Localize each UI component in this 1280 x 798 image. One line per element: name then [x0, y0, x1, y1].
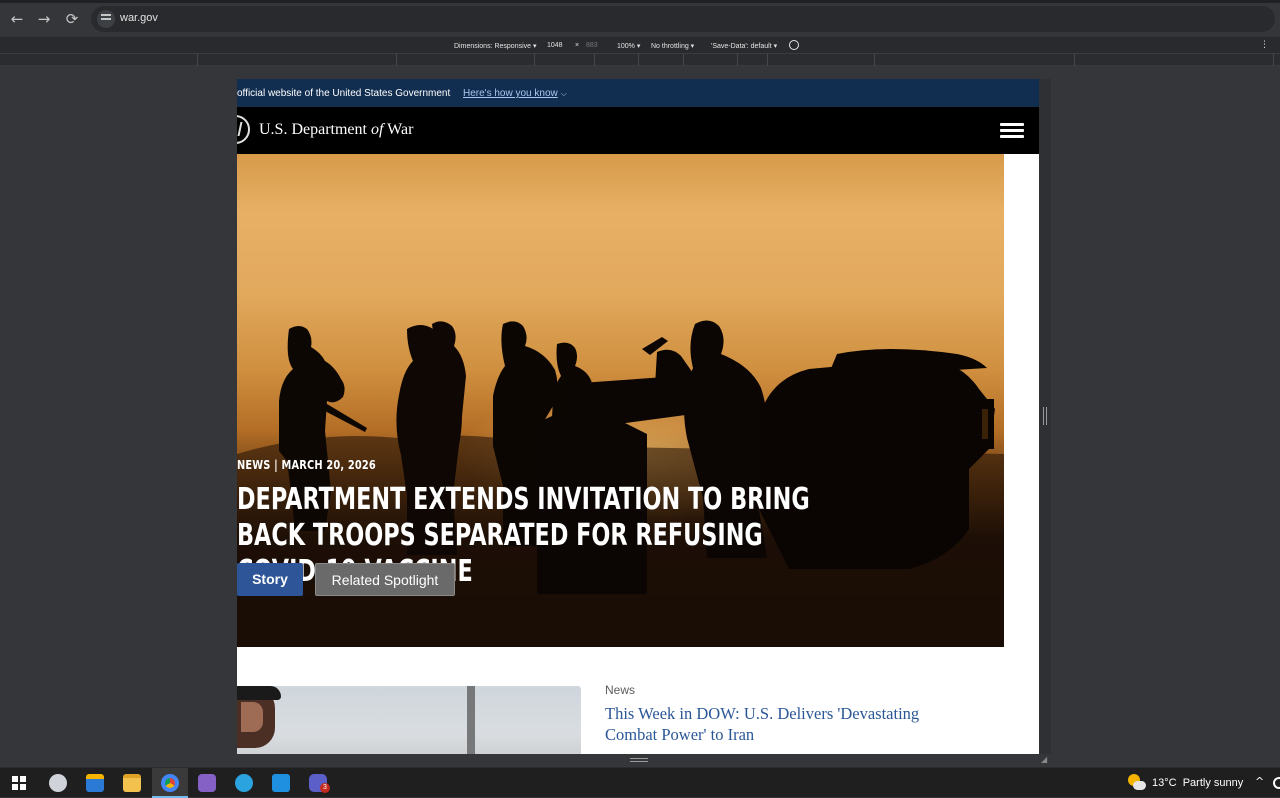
file-explorer-icon[interactable] [123, 774, 141, 792]
department-seal-icon[interactable] [237, 115, 250, 144]
page-viewport: official website of the United States Go… [237, 79, 1039, 754]
save-data-dropdown[interactable]: 'Save-Data': default ▾ [711, 42, 777, 50]
partly-sunny-icon[interactable] [1128, 774, 1146, 792]
visual-studio-icon[interactable] [198, 774, 216, 792]
windows-taskbar: 13°C Partly sunny ^ [0, 767, 1280, 798]
widgets-icon[interactable] [49, 774, 67, 792]
title-part: U.S. Department [259, 121, 371, 138]
vscode-icon[interactable] [272, 774, 290, 792]
resize-handle-bottom[interactable] [630, 758, 648, 762]
tray-status-icon[interactable] [1273, 777, 1280, 789]
sailor-face [241, 702, 263, 732]
news-card-image[interactable] [237, 686, 581, 754]
windows-start-icon[interactable] [12, 776, 26, 790]
height-input[interactable]: 883 [586, 42, 598, 49]
weather-widget[interactable]: 13°C Partly sunny [1152, 777, 1243, 789]
weather-description: Partly sunny [1182, 777, 1244, 789]
site-title[interactable]: U.S. Department of War [259, 121, 413, 139]
forward-icon[interactable]: → [35, 10, 53, 28]
site-header: U.S. Department of War [237, 107, 1039, 154]
sailor-helmet [237, 686, 281, 700]
url-text: war.gov [120, 12, 158, 24]
dimension-separator: × [575, 42, 580, 49]
telegram-icon[interactable] [235, 774, 253, 792]
teams-notification-badge: 3 [320, 783, 330, 793]
more-options-icon[interactable]: ⋮ [1260, 39, 1269, 50]
news-card-category: News [605, 683, 636, 697]
resize-handle-right[interactable] [1043, 407, 1047, 425]
dimensions-dropdown[interactable]: Dimensions: Responsive ▾ [454, 42, 537, 50]
menu-icon[interactable] [1000, 123, 1024, 139]
how-you-know-label: Here's how you know [463, 88, 558, 99]
news-card-title[interactable]: This Week in DOW: U.S. Delivers 'Devasta… [605, 703, 945, 745]
browser-toolbar: ← → ⟳ war.gov [0, 0, 1280, 37]
zoom-dropdown[interactable]: 100% ▾ [617, 42, 640, 50]
device-toolbar: Dimensions: Responsive ▾ 1048 × 883 100%… [0, 37, 1280, 54]
title-part-italic: of [370, 121, 384, 138]
store-icon[interactable] [86, 774, 104, 792]
tab-strip [0, 0, 1280, 3]
back-icon[interactable]: ← [8, 10, 26, 28]
reload-icon[interactable]: ⟳ [63, 10, 81, 28]
chrome-icon[interactable] [161, 774, 179, 792]
official-site-text: official website of the United States Go… [237, 88, 451, 99]
related-spotlight-button[interactable]: Related Spotlight [315, 563, 455, 596]
width-input[interactable]: 1048 [547, 42, 563, 49]
weather-temperature: 13°C [1152, 777, 1177, 789]
address-bar[interactable]: war.gov [91, 6, 1275, 32]
title-part: War [383, 121, 414, 138]
throttling-dropdown[interactable]: No throttling ▾ [651, 42, 694, 50]
ship-mast [467, 686, 475, 754]
gov-banner: official website of the United States Go… [237, 79, 1039, 107]
how-you-know-link[interactable]: Here's how you know ⌵ [463, 88, 567, 99]
site-info-icon[interactable] [97, 10, 115, 28]
story-button[interactable]: Story [237, 563, 303, 596]
hero-banner[interactable]: NEWS | MARCH 20, 2026 Department Extends… [237, 154, 1004, 647]
tray-overflow-chevron-icon[interactable]: ^ [1255, 775, 1264, 788]
rotate-icon[interactable] [789, 40, 799, 50]
resize-handle-corner[interactable]: ◢ [1041, 756, 1049, 764]
chevron-down-icon: ⌵ [560, 89, 567, 98]
hero-kicker: NEWS | MARCH 20, 2026 [237, 458, 376, 472]
media-query-ruler [0, 54, 1280, 66]
